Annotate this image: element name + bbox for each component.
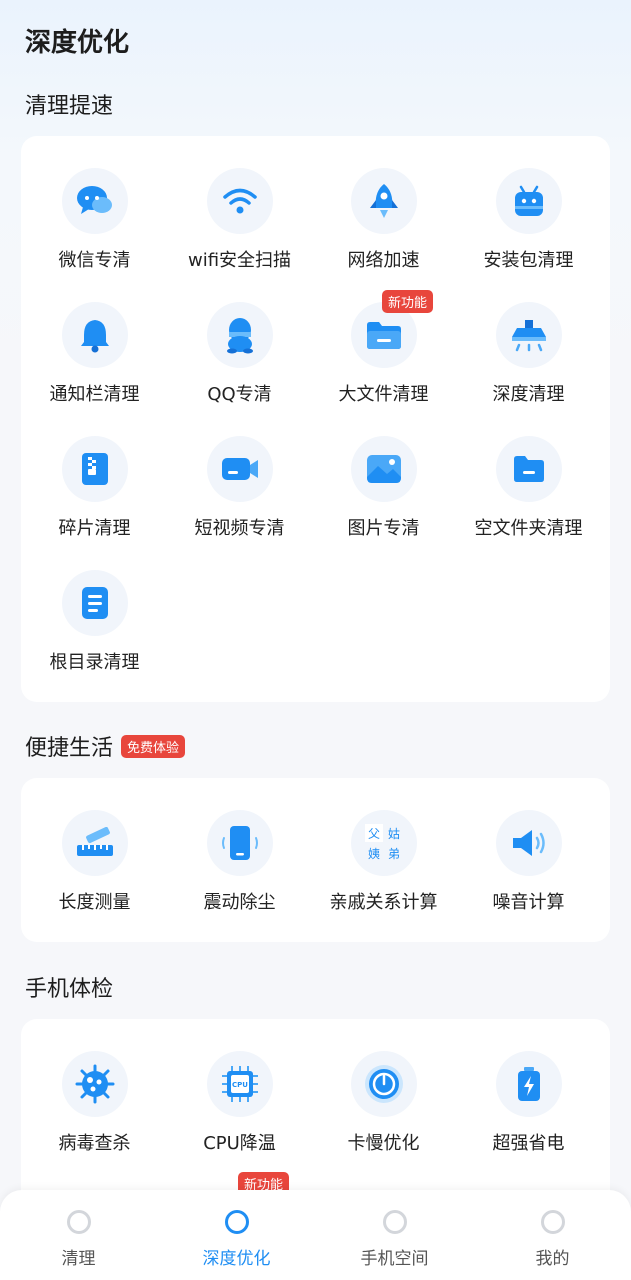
cpu-chip-text: CPU: [232, 1081, 248, 1089]
cpu-icon: CPU: [206, 1051, 273, 1117]
bell-icon: [61, 302, 128, 368]
grid-item-label: 图片专清: [347, 518, 420, 539]
tab-phone-space-icon: [382, 1210, 407, 1234]
grid-item-large-file-clean[interactable]: 大文件清理: [310, 302, 457, 406]
grid-item-label: QQ专清: [207, 384, 272, 405]
grid-item-image-clean[interactable]: 图片专清: [310, 436, 457, 540]
grid-item-noise-calc[interactable]: 噪音计算: [455, 810, 602, 914]
image-icon: [350, 436, 417, 502]
tab-clean-icon: [66, 1210, 91, 1234]
grid-item-label: 震动除尘: [203, 892, 276, 913]
grid-item-label: 深度清理: [492, 384, 565, 405]
speaker-icon: [495, 810, 562, 876]
tab-label: 我的: [535, 1249, 570, 1269]
grid-item-label: wifi安全扫描: [187, 250, 292, 271]
relative-glyph-aunt: 姑: [387, 827, 399, 841]
grid-item-cpu-cool[interactable]: CPU CPU降温: [166, 1051, 313, 1155]
section-title-check: 手机体检: [25, 971, 113, 1003]
grid-item-notification-clean[interactable]: 通知栏清理: [21, 302, 168, 406]
grid-item-label: 空文件夹清理: [474, 518, 583, 539]
tab-mine[interactable]: 我的: [474, 1190, 631, 1280]
document-list-icon: [61, 570, 128, 636]
range-hood-icon: [495, 302, 562, 368]
tab-deep-optimize[interactable]: 深度优化: [158, 1190, 315, 1280]
grid-item-fragment-clean[interactable]: 碎片清理: [21, 436, 168, 540]
grid-item-label: 病毒查杀: [58, 1133, 131, 1154]
grid-item-wifi-scan[interactable]: wifi安全扫描: [166, 168, 313, 272]
grid-item-root-dir-clean[interactable]: 根目录清理: [21, 570, 168, 674]
section-title-check-label: 手机体检: [25, 977, 114, 1002]
grid-item-length-measure[interactable]: 长度测量: [21, 810, 168, 914]
grid-item-virus-scan[interactable]: 病毒查杀: [21, 1051, 168, 1155]
section-title-life-label: 便捷生活: [25, 736, 114, 761]
qq-icon: [206, 302, 273, 368]
relative-glyph-maternal-aunt: 姨: [367, 847, 379, 861]
grid-item-lag-optimize[interactable]: 卡慢优化: [310, 1051, 457, 1155]
free-trial-badge: 免费体验: [121, 734, 186, 758]
grid-item-label: 长度测量: [58, 892, 131, 913]
grid-item-label: 大文件清理: [338, 384, 429, 405]
grid-item-label: 亲戚关系计算: [329, 892, 438, 913]
grid-item-label: 微信专清: [58, 250, 131, 271]
grid-item-label: 噪音计算: [492, 892, 565, 913]
grid-item-wechat-clean[interactable]: 微信专清: [21, 168, 168, 272]
grid-item-network-boost[interactable]: 网络加速: [310, 168, 457, 272]
section-title-clean: 清理提速: [25, 88, 113, 120]
battery-icon: [495, 1051, 562, 1117]
grid-item-vibration-dust[interactable]: 震动除尘: [166, 810, 313, 914]
section-title-life: 便捷生活 免费体验: [25, 730, 186, 762]
tab-label: 清理: [61, 1249, 96, 1269]
relative-glyph-father: 父: [367, 827, 379, 841]
bottom-tab-bar: 清理 深度优化 手机空间 我的: [0, 1190, 631, 1280]
rocket-icon: [350, 168, 417, 234]
grid-item-label: 超强省电: [492, 1133, 565, 1154]
grid-item-label: 安装包清理: [483, 250, 574, 271]
relatives-grid-icon: 父 姑 姨 弟: [350, 810, 417, 876]
android-icon: [495, 168, 562, 234]
grid-item-deep-clean[interactable]: 深度清理: [455, 302, 602, 406]
section-title-clean-label: 清理提速: [25, 94, 114, 119]
tab-mine-icon: [540, 1210, 565, 1234]
wifi-icon: [206, 168, 273, 234]
tab-label: 深度优化: [202, 1249, 271, 1269]
grid-item-empty-folder-clean[interactable]: 空文件夹清理: [455, 436, 602, 540]
grid-item-label: CPU降温: [203, 1133, 276, 1154]
tab-label: 手机空间: [360, 1249, 429, 1269]
zip-file-icon: [61, 436, 128, 502]
grid-item-qq-clean[interactable]: QQ专清: [166, 302, 313, 406]
video-camera-icon: [206, 436, 273, 502]
grid-item-label: 网络加速: [347, 250, 420, 271]
tab-phone-space[interactable]: 手机空间: [316, 1190, 473, 1280]
life-card: 长度测量 震动除尘 父 姑 姨 弟 亲戚关系计算 噪音计算: [21, 778, 610, 942]
speed-gauge-icon: [350, 1051, 417, 1117]
grid-item-label: 通知栏清理: [49, 384, 140, 405]
grid-item-relatives-calc[interactable]: 父 姑 姨 弟 亲戚关系计算: [310, 810, 457, 914]
clean-card: 微信专清 wifi安全扫描 网络加速 安装包清理 通知栏清理 QQ专清 大文件清…: [21, 136, 610, 702]
empty-folder-icon: [495, 436, 562, 502]
virus-icon: [61, 1051, 128, 1117]
grid-item-label: 卡慢优化: [347, 1133, 420, 1154]
tab-deep-optimize-icon: [224, 1210, 249, 1234]
tab-clean[interactable]: 清理: [0, 1190, 157, 1280]
grid-item-label: 根目录清理: [49, 652, 140, 673]
grid-item-label: 短视频专清: [194, 518, 285, 539]
ruler-icon: [61, 810, 128, 876]
vibrating-phone-icon: [206, 810, 273, 876]
relative-glyph-brother: 弟: [387, 847, 399, 861]
new-feature-badge: 新功能: [382, 290, 434, 313]
grid-item-apk-clean[interactable]: 安装包清理: [455, 168, 602, 272]
grid-item-label: 碎片清理: [58, 518, 131, 539]
page-title: 深度优化: [25, 28, 130, 58]
grid-item-short-video-clean[interactable]: 短视频专清: [166, 436, 313, 540]
wechat-icon: [61, 168, 128, 234]
grid-item-power-save[interactable]: 超强省电: [455, 1051, 602, 1155]
